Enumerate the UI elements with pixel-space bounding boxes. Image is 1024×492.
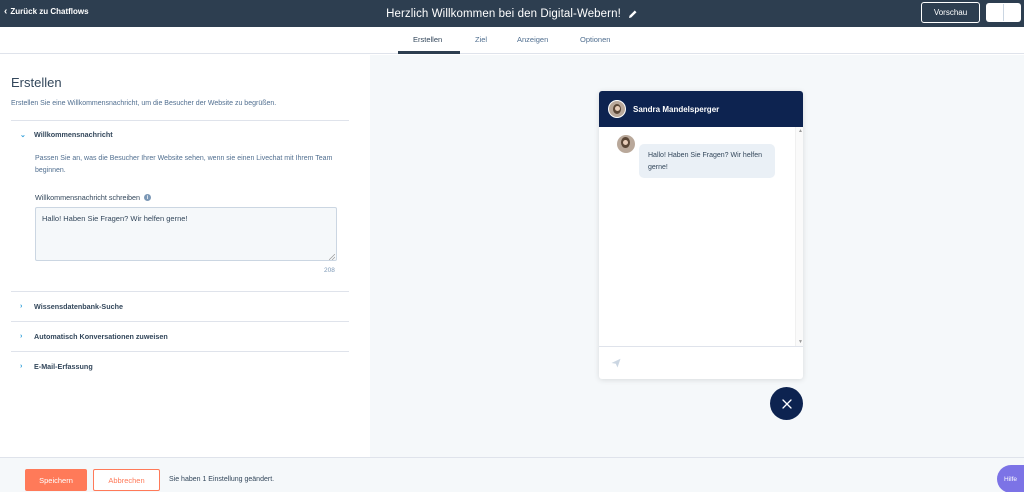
accordion-email-capture[interactable]: › E-Mail-Erfassung xyxy=(20,362,93,371)
tab-optionen[interactable]: Optionen xyxy=(580,35,610,44)
tab-anzeigen[interactable]: Anzeigen xyxy=(517,35,548,44)
welcome-message-textarea[interactable] xyxy=(35,207,337,261)
accordion-label: Automatisch Konversationen zuweisen xyxy=(34,332,168,341)
cancel-button[interactable]: Abbrechen xyxy=(93,469,160,491)
welcome-message-bubble: Hallo! Haben Sie Fragen? Wir helfen gern… xyxy=(639,144,775,178)
footer-bar: Speichern Abbrechen Sie haben 1 Einstell… xyxy=(0,457,1024,492)
welcome-help-text: Passen Sie an, was die Besucher Ihrer We… xyxy=(35,155,333,174)
resize-handle-icon[interactable] xyxy=(329,254,335,260)
change-status: Sie haben 1 Einstellung geändert. xyxy=(169,476,275,483)
close-icon xyxy=(781,398,792,409)
chat-preview-area: Sandra Mandelsperger Hallo! Haben Sie Fr… xyxy=(370,55,1024,457)
divider xyxy=(11,351,349,352)
pencil-icon[interactable] xyxy=(628,9,638,19)
chat-input-area[interactable] xyxy=(599,346,803,379)
chat-header: Sandra Mandelsperger xyxy=(599,91,803,127)
accordion-knowledge-base-search[interactable]: › Wissensdatenbank-Suche xyxy=(20,302,123,311)
close-chat-button[interactable] xyxy=(770,387,803,420)
divider xyxy=(11,120,349,121)
chevron-right-icon: › xyxy=(20,303,23,310)
send-icon[interactable] xyxy=(611,358,621,368)
agent-avatar xyxy=(608,100,626,118)
view-toggle[interactable] xyxy=(986,3,1021,22)
chevron-right-icon: › xyxy=(20,363,23,370)
preview-button[interactable]: Vorschau xyxy=(921,2,980,23)
tab-erstellen[interactable]: Erstellen xyxy=(413,35,442,44)
welcome-field-label-text: Willkommensnachricht schreiben xyxy=(35,193,141,202)
accordion-label: E-Mail-Erfassung xyxy=(34,362,93,371)
chevron-down-icon: ⌄ xyxy=(20,131,26,139)
chat-messages: Hallo! Haben Sie Fragen? Wir helfen gern… xyxy=(599,127,803,346)
accordion-label: Wissensdatenbank-Suche xyxy=(34,302,124,311)
welcome-field-label: Willkommensnachricht schreiben i xyxy=(35,193,152,202)
top-bar: ‹ Zurück zu Chatflows Herzlich Willkomme… xyxy=(0,0,1024,27)
active-tab-indicator xyxy=(398,51,460,54)
accordion-auto-assign-conversations[interactable]: › Automatisch Konversationen zuweisen xyxy=(20,332,168,341)
tab-bar: Erstellen Ziel Anzeigen Optionen xyxy=(0,27,1024,54)
page-title: Herzlich Willkommen bei den Digital-Webe… xyxy=(386,7,621,20)
help-button[interactable]: Hilfe xyxy=(997,465,1024,492)
tab-ziel[interactable]: Ziel xyxy=(475,35,487,44)
chevron-right-icon: › xyxy=(20,333,23,340)
section-description: Erstellen Sie eine Willkommensnachricht,… xyxy=(11,100,277,107)
character-count: 208 xyxy=(324,267,335,274)
save-button[interactable]: Speichern xyxy=(25,469,87,491)
chat-scrollbar[interactable]: ▲ ▼ xyxy=(795,127,803,346)
scroll-up-icon[interactable]: ▲ xyxy=(798,128,803,134)
message-avatar xyxy=(617,135,635,153)
scroll-down-icon[interactable]: ▼ xyxy=(798,339,803,345)
settings-panel: Erstellen Erstellen Sie eine Willkommens… xyxy=(0,55,370,457)
info-icon[interactable]: i xyxy=(144,194,152,201)
divider xyxy=(11,291,349,292)
title-container: Herzlich Willkommen bei den Digital-Webe… xyxy=(0,0,1024,27)
accordion-welcome-message[interactable]: ⌄ Willkommensnachricht xyxy=(20,130,113,139)
divider xyxy=(11,321,349,322)
accordion-label: Willkommensnachricht xyxy=(34,130,113,139)
chat-widget-preview: Sandra Mandelsperger Hallo! Haben Sie Fr… xyxy=(599,91,803,379)
agent-name: Sandra Mandelsperger xyxy=(633,104,720,114)
section-heading: Erstellen xyxy=(11,75,62,90)
